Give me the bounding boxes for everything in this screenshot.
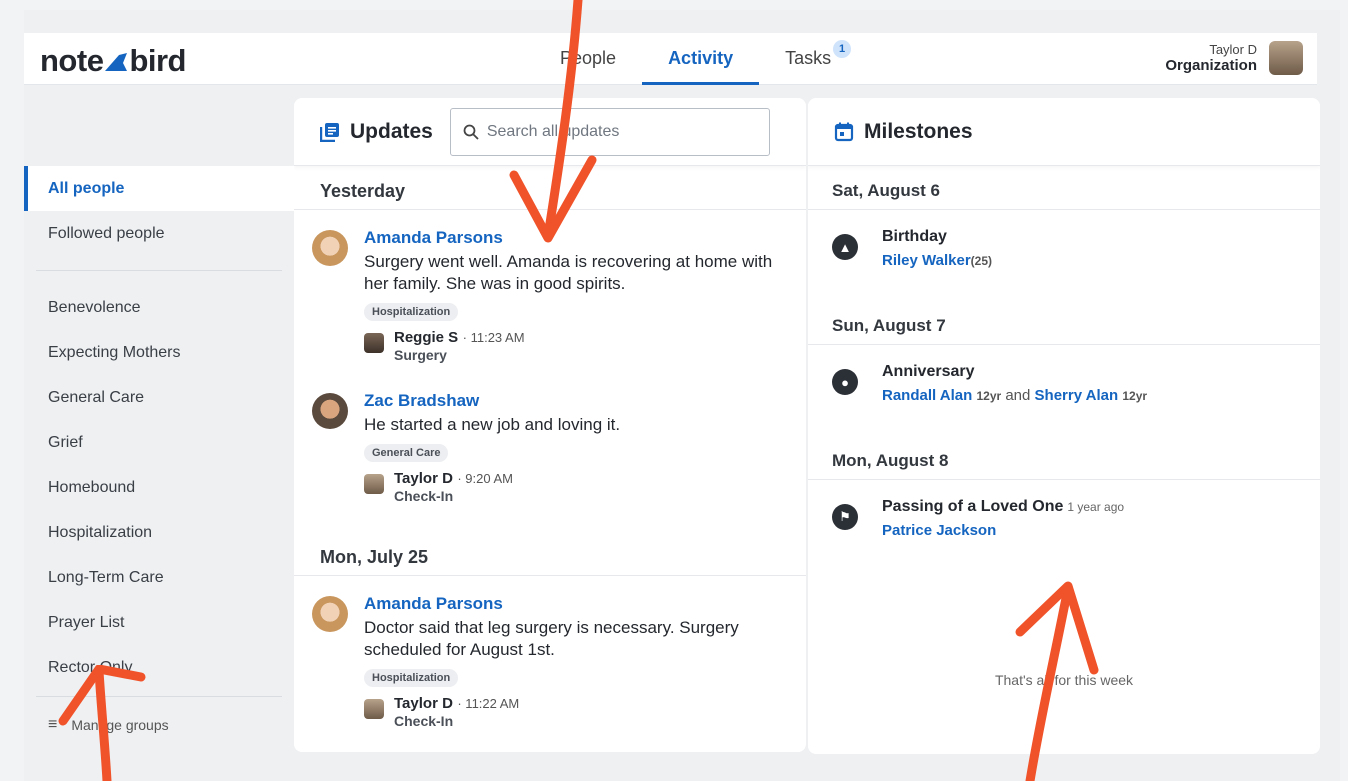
list-icon: ≡ [48, 716, 58, 733]
author-avatar [364, 699, 384, 719]
update-time: · 9:20 AM [457, 471, 513, 486]
update-time: · 11:23 AM [462, 330, 525, 345]
group-tag[interactable]: Hospitalization [364, 669, 459, 687]
author-name: Reggie S [394, 329, 459, 346]
flag-icon: ⚑ [832, 504, 858, 530]
update-author: Taylor D · 9:20 AM Check-In [364, 470, 784, 504]
sidebar-item-grief[interactable]: Grief [24, 420, 294, 465]
update-type: Surgery [394, 347, 447, 363]
search-input[interactable] [486, 122, 747, 141]
sidebar: All people Followed people Benevolence E… [24, 166, 294, 747]
milestones-panel: Milestones Sat, August 6 ▲ Birthday Rile… [808, 98, 1320, 754]
sidebar-divider [36, 270, 282, 271]
sidebar-item-homebound[interactable]: Homebound [24, 465, 294, 510]
years-label: 12yr [1122, 389, 1148, 403]
sidebar-item-general-care[interactable]: General Care [24, 375, 294, 420]
group-tag[interactable]: General Care [364, 444, 449, 462]
main-tabs: People Activity Tasks 1 [534, 33, 857, 85]
organization-name: Organization [1165, 57, 1257, 74]
tag-icon: ● [832, 369, 858, 395]
author-name: Taylor D [394, 695, 453, 712]
milestone-ago: 1 year ago [1067, 500, 1125, 514]
user-menu[interactable]: Taylor D Organization [1165, 41, 1303, 75]
update-author: Reggie S · 11:23 AM Surgery [364, 329, 784, 363]
birthday-cake-icon: ▲ [832, 234, 858, 260]
user-name: Taylor D [1209, 42, 1257, 57]
milestone-day-header: Sat, August 6 [808, 166, 1320, 210]
calendar-icon [834, 122, 854, 141]
updates-day-header: Yesterday [294, 166, 806, 210]
update-item: Amanda Parsons Doctor said that leg surg… [294, 594, 806, 729]
milestone-day-header: Mon, August 8 [808, 436, 1320, 480]
updates-title: Updates [350, 119, 433, 143]
person-avatar[interactable] [312, 393, 348, 429]
update-item: Zac Bradshaw He started a new job and lo… [294, 391, 806, 504]
top-bar: note bird People Activity Tasks 1 Taylor D… [24, 33, 1317, 85]
tab-people[interactable]: People [534, 33, 642, 85]
update-text: He started a new job and loving it. [364, 415, 621, 434]
tab-activity[interactable]: Activity [642, 33, 760, 85]
milestone-item: ▲ Birthday Riley Walker(25) [808, 210, 1320, 301]
update-text: Surgery went well. Amanda is recovering … [364, 252, 773, 293]
updates-day-header: Mon, July 25 [294, 532, 806, 576]
tasks-count-badge: 1 [833, 40, 852, 58]
sidebar-item-long-term-care[interactable]: Long-Term Care [24, 555, 294, 600]
user-avatar[interactable] [1269, 41, 1303, 75]
author-name: Taylor D [394, 470, 453, 487]
end-of-week-message: That's all for this week [994, 672, 1134, 688]
milestone-title: Passing of a Loved One [882, 498, 1064, 515]
milestone-item: ● Anniversary Randall Alan 12yr and Sher… [808, 345, 1320, 436]
milestone-item: ⚑ Passing of a Loved One 1 year ago Patri… [808, 480, 1320, 571]
milestone-title: Birthday [882, 228, 947, 245]
group-tag[interactable]: Hospitalization [364, 303, 459, 321]
search-box[interactable] [449, 107, 770, 156]
author-avatar [364, 474, 384, 494]
update-author: Taylor D · 11:22 AM Check-In [364, 695, 784, 729]
update-type: Check-In [394, 488, 454, 504]
bird-wing-icon [105, 53, 128, 71]
person-age: (25) [970, 254, 992, 268]
updates-icon [320, 122, 339, 142]
update-item: Amanda Parsons Surgery went well. Amanda… [294, 228, 806, 363]
person-link[interactable]: Patrice Jackson [882, 522, 996, 539]
search-icon [463, 124, 479, 140]
person-link[interactable]: Sherry Alan [1035, 387, 1119, 404]
person-link[interactable]: Riley Walker [882, 252, 971, 269]
sidebar-item-prayer-list[interactable]: Prayer List [24, 600, 294, 645]
sidebar-item-benevolence[interactable]: Benevolence [24, 285, 294, 330]
manage-groups-link[interactable]: ≡ Manage groups [24, 703, 294, 747]
years-label: 12yr [976, 389, 1002, 403]
tab-tasks[interactable]: Tasks 1 [759, 33, 857, 85]
sidebar-item-rector-only[interactable]: Rector Only [24, 645, 294, 690]
milestones-header: Milestones [808, 98, 1320, 166]
sidebar-item-all-people[interactable]: All people [24, 166, 294, 211]
person-link[interactable]: Randall Alan [882, 387, 972, 404]
update-type: Check-In [394, 713, 454, 729]
sidebar-item-hospitalization[interactable]: Hospitalization [24, 510, 294, 555]
notebird-logo[interactable]: note bird [40, 43, 186, 79]
person-link[interactable]: Amanda Parsons [364, 594, 784, 614]
person-avatar[interactable] [312, 596, 348, 632]
sidebar-divider [36, 696, 282, 697]
updates-panel: Updates Yesterday Amanda Parsons Surgery… [294, 98, 806, 752]
person-link[interactable]: Amanda Parsons [364, 228, 784, 248]
update-time: · 11:22 AM [457, 696, 520, 711]
sidebar-item-followed-people[interactable]: Followed people [24, 211, 294, 256]
update-text: Doctor said that leg surgery is necessar… [364, 618, 739, 659]
updates-header: Updates [294, 98, 806, 166]
joiner-text: and [1005, 387, 1031, 404]
author-avatar [364, 333, 384, 353]
milestones-title: Milestones [864, 119, 973, 143]
milestone-day-header: Sun, August 7 [808, 301, 1320, 345]
person-link[interactable]: Zac Bradshaw [364, 391, 784, 411]
milestone-title: Anniversary [882, 363, 975, 380]
sidebar-item-expecting-mothers[interactable]: Expecting Mothers [24, 330, 294, 375]
person-avatar[interactable] [312, 230, 348, 266]
